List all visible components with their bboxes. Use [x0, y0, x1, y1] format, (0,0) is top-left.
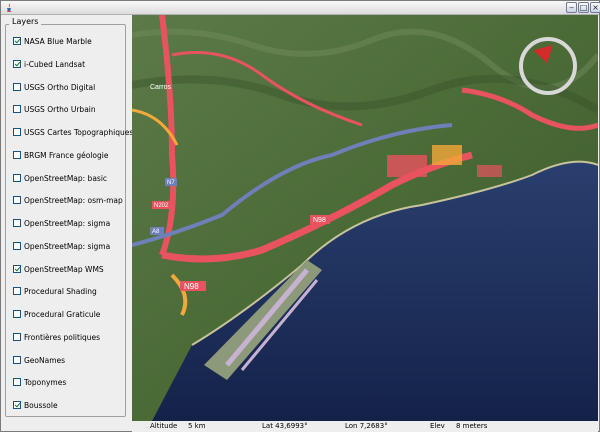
layer-label: OpenStreetMap: sigma	[24, 241, 111, 251]
java-app-icon	[6, 3, 12, 12]
layer-label: NASA Blue Marble	[24, 36, 92, 46]
layer-checkbox[interactable]	[13, 151, 21, 159]
layer-checkbox[interactable]	[13, 128, 21, 136]
layer-checkbox[interactable]	[13, 174, 21, 182]
road-label-n98: N98	[310, 215, 330, 224]
layer-label: USGS Ortho Digital	[24, 82, 96, 92]
close-button[interactable]: ×	[590, 2, 600, 13]
layer-checkbox[interactable]	[13, 310, 21, 318]
globe-3d-view[interactable]: N98 N98 A8 N7 N202 Carros	[132, 15, 598, 421]
svg-text:N98: N98	[184, 282, 199, 291]
layer-item-usgs-cartes-topographiques[interactable]: USGS Cartes Topographiques	[13, 126, 133, 138]
layer-checkbox[interactable]	[13, 333, 21, 341]
layer-checkbox[interactable]	[13, 105, 21, 113]
layer-label: i-Cubed Landsat	[24, 59, 86, 69]
place-label-carros: Carros	[150, 84, 172, 91]
svg-text:N7: N7	[167, 180, 175, 186]
layer-checkbox[interactable]	[13, 287, 21, 295]
application-window: ‒ □ × Layers NASA Blue Marble i-Cubed La…	[0, 0, 600, 432]
title-bar[interactable]: ‒ □ ×	[1, 1, 600, 15]
town-block	[477, 165, 502, 177]
minimize-button[interactable]: ‒	[566, 2, 577, 13]
layer-label: Boussole	[24, 400, 58, 410]
layer-checkbox[interactable]	[13, 196, 21, 204]
layer-label: OpenStreetMap WMS	[24, 264, 104, 274]
layer-label: Frontières politiques	[24, 332, 101, 342]
layer-checkbox[interactable]	[13, 242, 21, 250]
layer-item-nasa-blue-marble[interactable]: NASA Blue Marble	[13, 35, 92, 47]
maximize-button[interactable]: □	[578, 2, 589, 13]
town-block	[387, 155, 427, 177]
elevation-label: Elev	[430, 422, 445, 430]
layer-label: USGS Cartes Topographiques	[24, 127, 134, 137]
layer-label: Procedural Shading	[24, 286, 97, 296]
layer-item-osm-sigma-1[interactable]: OpenStreetMap: sigma	[13, 217, 110, 229]
layer-checkbox[interactable]	[13, 265, 21, 273]
layer-checkbox[interactable]	[13, 83, 21, 91]
layer-item-toponymes[interactable]: Toponymes	[13, 376, 66, 388]
layer-item-usgs-ortho-digital[interactable]: USGS Ortho Digital	[13, 81, 95, 93]
layers-panel-title: Layers	[9, 17, 42, 26]
layer-item-i-cubed-landsat[interactable]: i-Cubed Landsat	[13, 58, 85, 70]
layer-checkbox[interactable]	[13, 356, 21, 364]
terrain-map: N98 N98 A8 N7 N202 Carros	[132, 15, 598, 421]
layer-label: OpenStreetMap: basic	[24, 173, 108, 183]
layer-item-osm-sigma-2[interactable]: OpenStreetMap: sigma	[13, 240, 110, 252]
layer-item-brgm-france-geologie[interactable]: BRGM France géologie	[13, 149, 108, 161]
layer-checkbox[interactable]	[13, 219, 21, 227]
svg-text:N202: N202	[154, 203, 169, 209]
layer-item-osm-wms[interactable]: OpenStreetMap WMS	[13, 263, 104, 275]
elevation-value: 8 meters	[456, 422, 488, 430]
layer-item-geonames[interactable]: GeoNames	[13, 354, 65, 366]
svg-text:A8: A8	[152, 229, 160, 235]
road-label-n98: N98	[180, 281, 206, 291]
layer-label: Procedural Graticule	[24, 309, 101, 319]
layer-label: Toponymes	[24, 377, 67, 387]
layer-label: OpenStreetMap: osm-map	[24, 195, 123, 205]
layer-label: USGS Ortho Urbain	[24, 104, 96, 114]
layer-item-osm-basic[interactable]: OpenStreetMap: basic	[13, 172, 107, 184]
svg-text:N98: N98	[313, 217, 326, 224]
longitude-readout: Lon 7,2683°	[345, 422, 388, 430]
layer-checkbox[interactable]	[13, 60, 21, 68]
status-bar: Altitude 5 km Lat 43,6993° Lon 7,2683° E…	[132, 421, 598, 432]
layer-item-boussole[interactable]: Boussole	[13, 399, 58, 411]
layer-label: GeoNames	[24, 355, 66, 365]
road-label-a8: A8	[150, 227, 164, 235]
town-block	[432, 145, 462, 165]
layer-label: BRGM France géologie	[24, 150, 109, 160]
layer-checkbox[interactable]	[13, 378, 21, 386]
layer-item-frontieres-politiques[interactable]: Frontières politiques	[13, 331, 100, 343]
altitude-value: 5 km	[188, 422, 206, 430]
layer-checkbox[interactable]	[13, 401, 21, 409]
layer-item-procedural-shading[interactable]: Procedural Shading	[13, 285, 97, 297]
layer-item-usgs-ortho-urbain[interactable]: USGS Ortho Urbain	[13, 103, 96, 115]
layer-checkbox[interactable]	[13, 37, 21, 45]
latitude-readout: Lat 43,6993°	[262, 422, 308, 430]
layer-item-osm-osm-map[interactable]: OpenStreetMap: osm-map	[13, 194, 123, 206]
layer-label: OpenStreetMap: sigma	[24, 218, 111, 228]
road-label-n202: N202	[152, 201, 174, 209]
layer-item-procedural-graticule[interactable]: Procedural Graticule	[13, 308, 100, 320]
road-label-n7: N7	[165, 178, 177, 186]
altitude-label: Altitude	[150, 422, 178, 430]
